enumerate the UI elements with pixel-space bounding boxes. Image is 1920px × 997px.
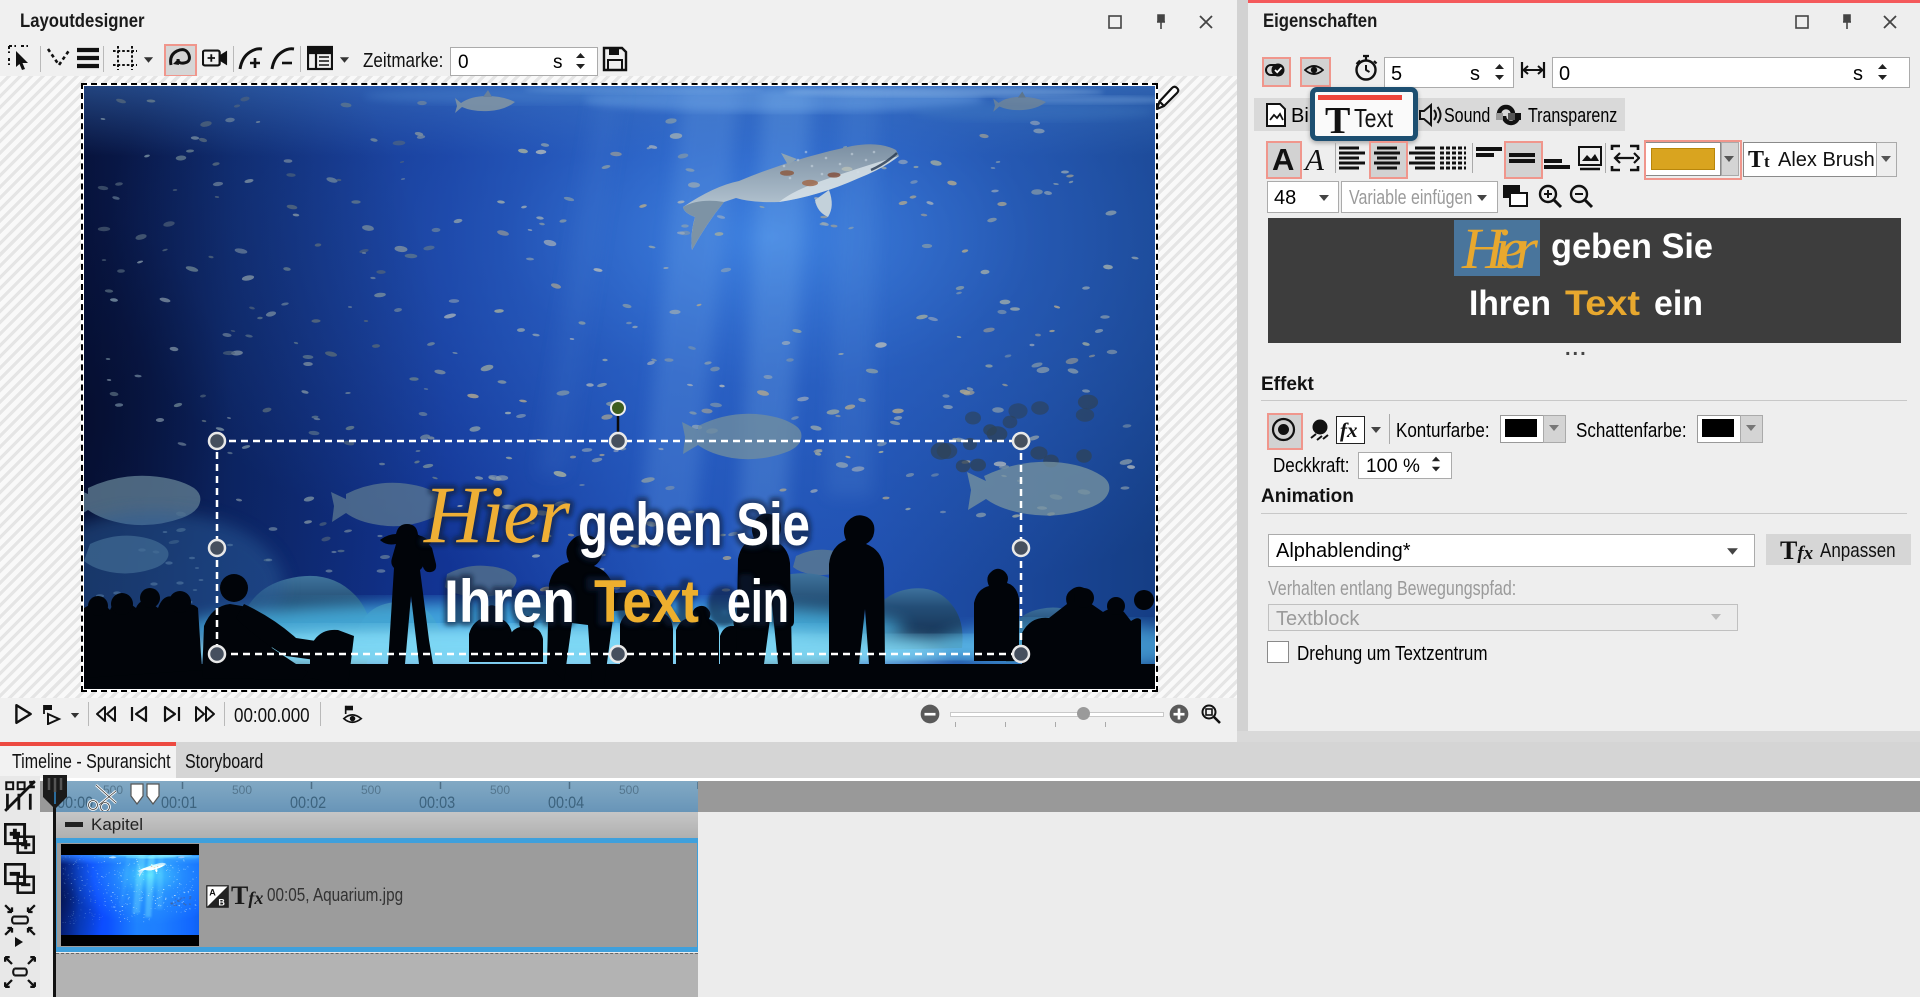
svg-text:Hier: Hier bbox=[1461, 218, 1538, 281]
svg-text:ein: ein bbox=[1654, 284, 1703, 323]
svg-text:Text: Text bbox=[1565, 284, 1640, 323]
svg-text:ein: ein bbox=[727, 568, 789, 635]
svg-text:geben Sie: geben Sie bbox=[1551, 227, 1713, 266]
svg-text:Text: Text bbox=[594, 568, 699, 635]
svg-text:B: B bbox=[218, 898, 225, 908]
svg-text:Ihren: Ihren bbox=[1469, 284, 1551, 323]
svg-text:A: A bbox=[209, 888, 216, 898]
svg-text:Hier: Hier bbox=[423, 469, 571, 560]
svg-text:Ihren: Ihren bbox=[444, 568, 575, 635]
svg-text:geben Sie: geben Sie bbox=[578, 491, 810, 558]
